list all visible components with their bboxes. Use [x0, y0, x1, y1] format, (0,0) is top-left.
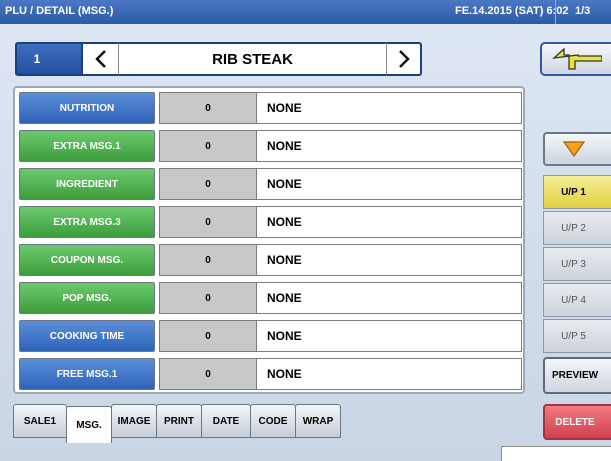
tab-print[interactable]: PRINT: [156, 404, 202, 438]
tab-image[interactable]: IMAGE: [111, 404, 157, 438]
return-arrow-icon: [552, 47, 602, 70]
message-row: COUPON MSG. 0 NONE: [19, 244, 522, 276]
unit-price-button[interactable]: U/P 5: [543, 319, 611, 353]
corner-panel: [501, 446, 611, 461]
message-type-button[interactable]: NUTRITION: [19, 92, 155, 124]
message-number[interactable]: 0: [159, 244, 257, 276]
message-type-button[interactable]: EXTRA MSG.1: [19, 130, 155, 162]
message-number[interactable]: 0: [159, 358, 257, 390]
message-row: EXTRA MSG.3 0 NONE: [19, 206, 522, 238]
message-text: NONE: [257, 206, 522, 238]
message-number[interactable]: 0: [159, 282, 257, 314]
message-row: POP MSG. 0 NONE: [19, 282, 522, 314]
plu-number[interactable]: 1: [15, 42, 83, 76]
message-number[interactable]: 0: [159, 168, 257, 200]
message-row: NUTRITION 0 NONE: [19, 92, 522, 124]
message-number[interactable]: 0: [159, 320, 257, 352]
message-text: NONE: [257, 130, 522, 162]
page-indicator: 1/3: [575, 5, 591, 17]
message-row: FREE MSG.1 0 NONE: [19, 358, 522, 390]
tab-msg[interactable]: MSG.: [66, 406, 112, 443]
unit-price-button[interactable]: U/P 1: [543, 175, 611, 209]
scroll-down-button[interactable]: [543, 132, 611, 166]
tab-code[interactable]: CODE: [250, 404, 296, 438]
tab-wrap[interactable]: WRAP: [295, 404, 341, 438]
message-type-button[interactable]: EXTRA MSG.3: [19, 206, 155, 238]
title-bar: PLU / DETAIL (MSG.) FE.14.2015 (SAT) 6:0…: [0, 0, 611, 24]
message-text: NONE: [257, 320, 522, 352]
message-number[interactable]: 0: [159, 130, 257, 162]
back-button[interactable]: [540, 42, 611, 76]
message-text: NONE: [257, 244, 522, 276]
message-type-button[interactable]: COOKING TIME: [19, 320, 155, 352]
message-table: NUTRITION 0 NONE EXTRA MSG.1 0 NONE INGREDIENT…: [13, 86, 525, 394]
message-type-button[interactable]: FREE MSG.1: [19, 358, 155, 390]
message-type-button[interactable]: POP MSG.: [19, 282, 155, 314]
message-text: NONE: [257, 282, 522, 314]
message-text: NONE: [257, 358, 522, 390]
message-number[interactable]: 0: [159, 206, 257, 238]
message-type-button[interactable]: COUPON MSG.: [19, 244, 155, 276]
date-time: FE.14.2015 (SAT) 6:02: [455, 5, 569, 17]
triangle-down-icon: [562, 141, 586, 158]
chevron-right-icon: [398, 50, 410, 68]
message-text: NONE: [257, 168, 522, 200]
prev-plu-button[interactable]: [83, 42, 119, 76]
chevron-left-icon: [94, 50, 106, 68]
preview-button[interactable]: PREVIEW: [543, 357, 611, 394]
message-row: EXTRA MSG.1 0 NONE: [19, 130, 522, 162]
message-number[interactable]: 0: [159, 92, 257, 124]
unit-price-button[interactable]: U/P 2: [543, 211, 611, 245]
unit-price-button[interactable]: U/P 4: [543, 283, 611, 317]
title-separator: [555, 0, 556, 24]
unit-price-button[interactable]: U/P 3: [543, 247, 611, 281]
plu-name: RIB STEAK: [119, 42, 386, 76]
message-text: NONE: [257, 92, 522, 124]
next-plu-button[interactable]: [386, 42, 422, 76]
delete-button[interactable]: DELETE: [543, 404, 611, 440]
tab-date[interactable]: DATE: [201, 404, 251, 438]
message-row: COOKING TIME 0 NONE: [19, 320, 522, 352]
tab-sale1[interactable]: SALE1: [13, 404, 67, 438]
message-type-button[interactable]: INGREDIENT: [19, 168, 155, 200]
screen-title: PLU / DETAIL (MSG.): [5, 5, 114, 17]
message-row: INGREDIENT 0 NONE: [19, 168, 522, 200]
